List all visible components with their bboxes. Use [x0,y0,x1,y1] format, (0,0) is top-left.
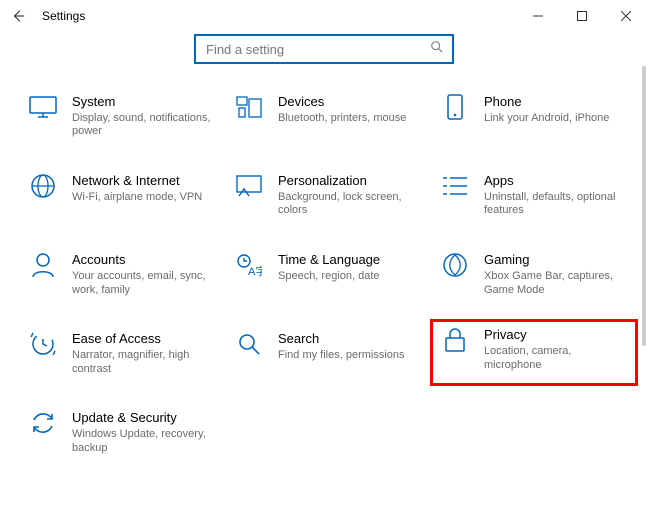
category-title: Devices [278,94,406,110]
category-title: System [72,94,212,110]
category-text: PhoneLink your Android, iPhone [484,92,609,125]
settings-grid: SystemDisplay, sound, notifications, pow… [0,76,648,469]
category-subtitle: Bluetooth, printers, mouse [278,110,406,126]
category-subtitle: Location, camera, microphone [484,343,624,373]
category-accounts[interactable]: AccountsYour accounts, email, sync, work… [28,246,216,301]
category-time[interactable]: A字 Time & LanguageSpeech, region, date [234,246,422,301]
category-text: DevicesBluetooth, printers, mouse [278,92,406,125]
phone-icon [440,92,470,122]
category-text: Ease of AccessNarrator, magnifier, high … [72,329,212,376]
search-icon [430,40,444,59]
privacy-icon [440,325,470,355]
search-box[interactable] [194,34,454,64]
category-title: Update & Security [72,410,212,426]
category-title: Ease of Access [72,331,212,347]
category-apps[interactable]: AppsUninstall, defaults, optional featur… [440,167,628,222]
update-icon [28,408,58,438]
search-icon [234,329,264,359]
category-text: GamingXbox Game Bar, captures, Game Mode [484,250,624,297]
category-network[interactable]: Network & InternetWi-Fi, airplane mode, … [28,167,216,222]
category-text: AppsUninstall, defaults, optional featur… [484,171,624,218]
category-text: SearchFind my files, permissions [278,329,405,362]
category-text: Time & LanguageSpeech, region, date [278,250,380,283]
category-text: PrivacyLocation, camera, microphone [484,325,624,372]
category-phone[interactable]: PhoneLink your Android, iPhone [440,88,628,143]
close-button[interactable] [604,1,648,31]
category-title: Network & Internet [72,173,202,189]
svg-text:A字: A字 [248,264,262,277]
category-subtitle: Background, lock screen, colors [278,189,418,219]
category-subtitle: Narrator, magnifier, high contrast [72,347,212,377]
category-subtitle: Wi-Fi, airplane mode, VPN [72,189,202,205]
accounts-icon [28,250,58,280]
category-subtitle: Xbox Game Bar, captures, Game Mode [484,268,624,298]
category-title: Phone [484,94,609,110]
category-subtitle: Speech, region, date [278,268,380,284]
category-title: Search [278,331,405,347]
category-system[interactable]: SystemDisplay, sound, notifications, pow… [28,88,216,143]
category-text: Update & SecurityWindows Update, recover… [72,408,212,455]
personalization-icon [234,171,264,201]
category-subtitle: Display, sound, notifications, power [72,110,212,140]
category-text: Network & InternetWi-Fi, airplane mode, … [72,171,202,204]
back-button[interactable] [8,6,28,26]
apps-icon [440,171,470,201]
category-title: Privacy [484,327,624,343]
category-personalization[interactable]: PersonalizationBackground, lock screen, … [234,167,422,222]
category-title: Accounts [72,252,212,268]
category-title: Gaming [484,252,624,268]
search-input[interactable] [204,41,424,58]
titlebar: Settings [0,0,648,32]
category-gaming[interactable]: GamingXbox Game Bar, captures, Game Mode [440,246,628,301]
system-icon [28,92,58,122]
maximize-button[interactable] [560,1,604,31]
category-subtitle: Uninstall, defaults, optional features [484,189,624,219]
category-title: Time & Language [278,252,380,268]
category-text: SystemDisplay, sound, notifications, pow… [72,92,212,139]
scrollbar[interactable] [642,66,646,346]
minimize-button[interactable] [516,1,560,31]
category-subtitle: Your accounts, email, sync, work, family [72,268,212,298]
category-subtitle: Link your Android, iPhone [484,110,609,126]
category-text: AccountsYour accounts, email, sync, work… [72,250,212,297]
category-subtitle: Find my files, permissions [278,347,405,363]
category-update[interactable]: Update & SecurityWindows Update, recover… [28,404,216,459]
ease-icon [28,329,58,359]
category-text: PersonalizationBackground, lock screen, … [278,171,418,218]
window-title: Settings [42,9,85,23]
devices-icon [234,92,264,122]
category-ease[interactable]: Ease of AccessNarrator, magnifier, high … [28,325,216,380]
category-subtitle: Windows Update, recovery, backup [72,426,212,456]
category-title: Apps [484,173,624,189]
network-icon [28,171,58,201]
category-devices[interactable]: DevicesBluetooth, printers, mouse [234,88,422,143]
category-privacy[interactable]: PrivacyLocation, camera, microphone [430,319,638,386]
category-title: Personalization [278,173,418,189]
category-search[interactable]: SearchFind my files, permissions [234,325,422,380]
time-icon: A字 [234,250,264,280]
gaming-icon [440,250,470,280]
